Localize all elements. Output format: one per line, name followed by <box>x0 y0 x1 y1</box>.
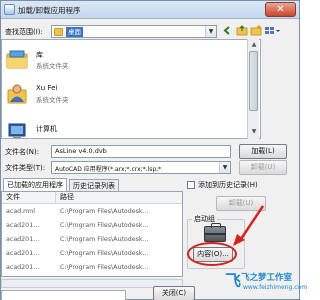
list-item[interactable]: 库 系统文件夹 <box>6 46 206 76</box>
file-name: Xu Fei <box>36 84 58 92</box>
file-type: 系统文件夹 <box>36 96 69 104</box>
window-title: 加载/卸载应用程序 <box>18 6 81 15</box>
new-folder-icon[interactable] <box>249 25 262 38</box>
table-row[interactable]: acad201... C:\Program Files\Autodesk... <box>2 234 182 246</box>
look-in-value: 桌面 <box>66 27 83 37</box>
watermark-url: www.feizhimeng.com <box>243 284 308 291</box>
list-item[interactable]: Xu Fei 系统文件夹 <box>6 80 206 110</box>
window-close-button[interactable]: ✕ <box>265 2 296 17</box>
user-icon <box>6 82 28 104</box>
close-button[interactable]: 关闭(C) <box>153 286 195 300</box>
table-cell: C:\Program Files\Autodesk... <box>60 222 149 229</box>
file-name-label: 文件名(N): <box>5 148 40 156</box>
add-to-history-label: 添加到历史记录(H) <box>198 181 258 189</box>
table-cell: C:\Program Files\Autodesk... <box>60 250 149 257</box>
scroll-up-icon[interactable]: ▲ <box>249 40 259 50</box>
back-icon[interactable] <box>221 25 234 38</box>
file-type-dropdown[interactable]: AutoCAD 应用程序(*.arx;*.crx;*.lsp;* ▼ <box>51 161 231 174</box>
table-cell: acad201... <box>6 222 40 229</box>
watermark-text: 飞之梦工作室 <box>241 273 293 283</box>
annotation-arrow-icon <box>233 205 265 246</box>
look-in-dropdown[interactable]: 桌面 ▼ <box>51 25 217 38</box>
add-to-history-checkbox[interactable] <box>187 181 195 189</box>
column-header-file[interactable]: 文件 <box>2 192 56 204</box>
table-cell: acad.mnl <box>6 208 36 215</box>
title-bar: 加载/卸载应用程序 ✕ <box>1 1 299 19</box>
file-type-value: AutoCAD 应用程序(*.arx;*.crx;*.lsp;* <box>55 166 162 173</box>
table-row[interactable]: acad201... C:\Program Files\Autodesk... <box>2 248 182 260</box>
table-cell: C:\Program Files\Autodesk... <box>60 208 149 215</box>
tab-loaded-applications[interactable]: 已加载的应用程序 <box>3 178 67 192</box>
unload-button[interactable]: 卸载(U) <box>239 160 287 175</box>
file-type-label: 文件类型(T): <box>5 164 46 172</box>
file-list-scrollbar[interactable]: ▲ ▼ <box>247 39 259 139</box>
table-cell: acad201... <box>6 236 40 243</box>
scroll-down-icon[interactable]: ▼ <box>249 127 259 137</box>
watermark-logo-icon: 飞 <box>225 271 242 290</box>
list-item[interactable]: 计算机 <box>6 120 206 138</box>
file-name: 计算机 <box>36 125 57 133</box>
scroll-thumb[interactable] <box>249 51 258 111</box>
column-header-path[interactable]: 路径 <box>56 192 182 204</box>
file-type: 系统文件夹 <box>36 62 69 70</box>
load-unload-dialog: 加载/卸载应用程序 ✕ 查找范围(I): 桌面 ▼ 库 系统文件夹 Xu Fei… <box>0 0 307 300</box>
file-list[interactable]: 库 系统文件夹 Xu Fei 系统文件夹 计算机 <box>1 39 261 139</box>
table-cell: acad201... <box>6 264 40 271</box>
look-in-label: 查找范围(I): <box>5 28 43 36</box>
load-button[interactable]: 加载(L) <box>239 144 287 159</box>
up-folder-icon[interactable] <box>235 25 248 38</box>
views-icon[interactable] <box>263 25 281 38</box>
file-name: 库 <box>36 51 43 59</box>
file-name-input[interactable]: AsLine v4.0.dvb <box>51 145 231 158</box>
table-row[interactable]: acad.mnl C:\Program Files\Autodesk... <box>2 206 182 218</box>
app-icon <box>4 4 15 15</box>
status-field <box>1 290 126 300</box>
desktop-folder-icon <box>54 28 63 36</box>
loaded-apps-table: 文件 路径 acad.mnl C:\Program Files\Autodesk… <box>1 191 183 277</box>
table-row[interactable]: acad201... C:\Program Files\Autodesk... <box>2 220 182 232</box>
table-cell: C:\Program Files\Autodesk... <box>60 236 149 243</box>
computer-icon <box>6 122 28 138</box>
table-row[interactable]: acad201... C:\Program Files\Autodesk... <box>2 262 182 274</box>
table-cell: acad201... <box>6 250 40 257</box>
chevron-down-icon[interactable]: ▼ <box>219 162 230 173</box>
chevron-down-icon[interactable]: ▼ <box>205 26 216 37</box>
library-icon <box>6 48 28 70</box>
table-cell: C:\Program Files\Autodesk... <box>60 264 149 271</box>
